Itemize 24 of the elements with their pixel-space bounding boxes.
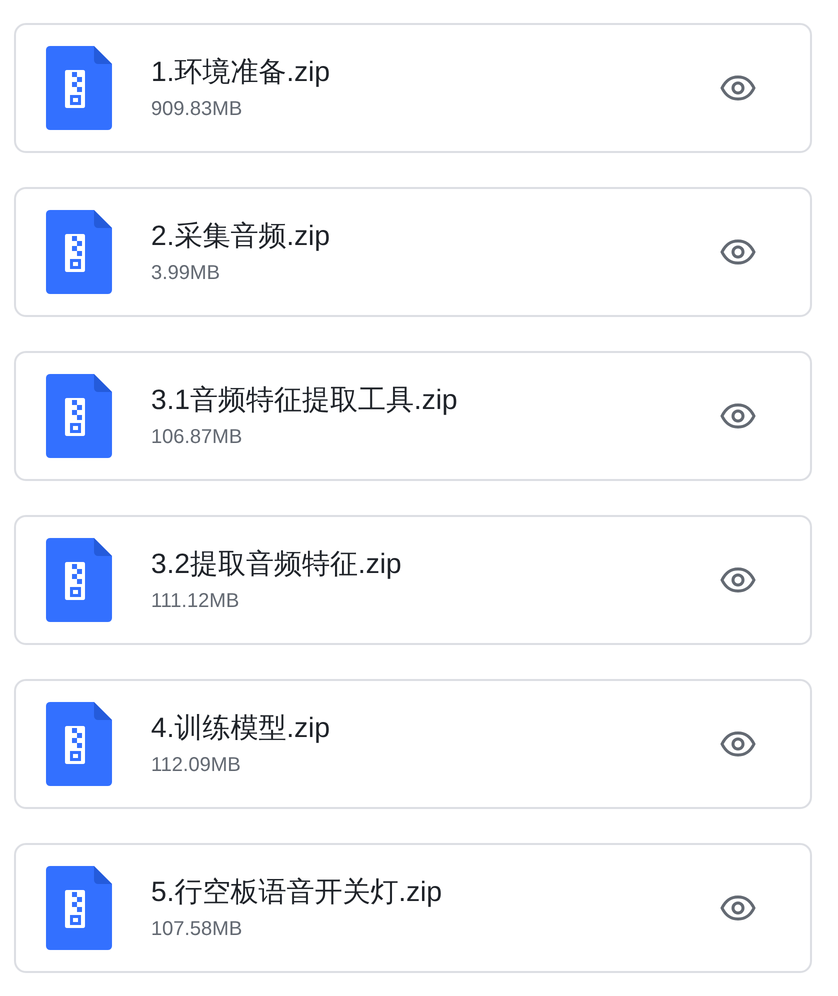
file-size: 106.87MB (151, 425, 244, 450)
file-name: 3.1音频特征提取工具.zip (151, 383, 458, 417)
file-size: 909.83MB (151, 97, 244, 122)
file-card[interactable]: 4.训练模型.zip 112.09MB (14, 679, 812, 809)
file-name: 5.行空板语音开关灯.zip (151, 875, 443, 909)
zip-file-icon (46, 374, 112, 458)
zip-file-icon (46, 702, 112, 786)
file-size: 107.58MB (151, 917, 244, 942)
file-size: 3.99MB (151, 261, 221, 286)
file-name: 2.采集音频.zip (151, 219, 331, 253)
file-card[interactable]: 2.采集音频.zip 3.99MB (14, 187, 812, 317)
zip-file-icon (46, 538, 112, 622)
file-card[interactable]: 3.2提取音频特征.zip 111.12MB (14, 515, 812, 645)
file-size: 111.12MB (151, 589, 240, 614)
file-card[interactable]: 5.行空板语音开关灯.zip 107.58MB (14, 843, 812, 973)
zip-file-icon (46, 866, 112, 950)
file-card[interactable]: 1.环境准备.zip 909.83MB (14, 23, 812, 153)
file-size: 112.09MB (151, 753, 242, 778)
file-card[interactable]: 3.1音频特征提取工具.zip 106.87MB (14, 351, 812, 481)
file-name: 1.环境准备.zip (151, 55, 331, 89)
file-name: 3.2提取音频特征.zip (151, 547, 402, 581)
zip-file-icon (46, 210, 112, 294)
zip-file-icon (46, 46, 112, 130)
file-name: 4.训练模型.zip (151, 711, 331, 745)
